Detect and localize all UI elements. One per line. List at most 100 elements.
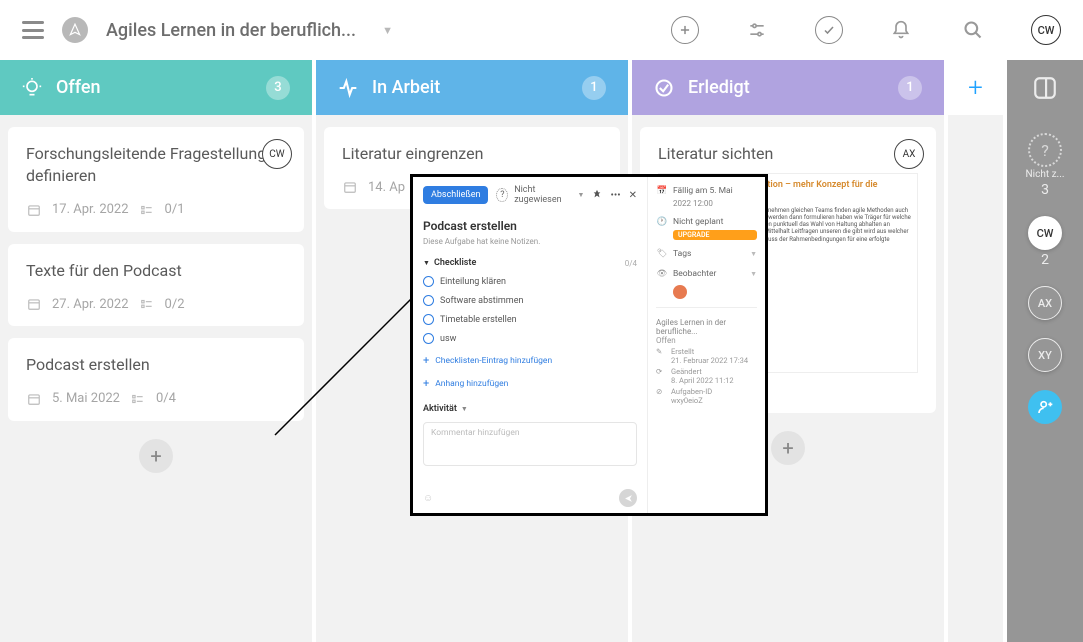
card-checklist: 0/4	[156, 391, 176, 406]
checklist-item[interactable]: usw	[423, 333, 637, 344]
top-actions: CW	[671, 15, 1061, 45]
add-checklist-item[interactable]: +Checklisten-Eintrag hinzufügen	[423, 354, 637, 367]
person-avatar[interactable]: AX	[1028, 286, 1062, 320]
filter-icon[interactable]	[743, 16, 771, 44]
column-count: 3	[266, 76, 290, 100]
observer-avatar	[673, 285, 687, 299]
title-dropdown-icon[interactable]: ▼	[382, 24, 393, 37]
checkbox-icon[interactable]	[423, 276, 434, 287]
observer-label: Beobachter	[673, 269, 716, 279]
checklist-icon	[130, 391, 146, 407]
card-checklist: 0/1	[165, 202, 185, 217]
checklist-header[interactable]: ▼ Checkliste 0/4	[423, 258, 637, 268]
checklist-item[interactable]: Timetable erstellen	[423, 314, 637, 325]
checkbox-icon[interactable]	[423, 314, 434, 325]
unassigned-label: Nicht z...	[1026, 169, 1065, 180]
card-meta: 5. Mai 2022 0/4	[26, 391, 286, 407]
card-checklist: 0/2	[165, 297, 185, 312]
plan-field[interactable]: 🕐 Nicht geplant UPGRADE	[656, 216, 757, 240]
person-avatar: CW	[1028, 216, 1062, 250]
column-header-open[interactable]: Offen 3	[0, 60, 312, 115]
checklist-icon	[139, 296, 155, 312]
checkbox-icon[interactable]	[423, 295, 434, 306]
add-card-button[interactable]: +	[771, 431, 805, 465]
column-header-done[interactable]: Erledigt 1	[632, 60, 944, 115]
add-attachment[interactable]: +Anhang hinzufügen	[423, 377, 637, 390]
modal-subtitle: Diese Aufgabe hat keine Notizen.	[423, 237, 637, 246]
plus-icon: +	[423, 377, 429, 390]
modal-title: Podcast erstellen	[423, 219, 637, 233]
card-title: Podcast erstellen	[26, 354, 286, 376]
modified-value: 8. April 2022 11:12	[671, 376, 734, 385]
close-icon[interactable]: ✕	[629, 190, 637, 201]
card[interactable]: CW Forschungsleitende Fragestellung defi…	[8, 127, 304, 232]
calendar-icon	[26, 296, 42, 312]
check-icon[interactable]	[815, 16, 843, 44]
complete-button[interactable]: Abschließen	[423, 186, 488, 204]
tags-field[interactable]: 🏷 Tags ▼	[656, 248, 757, 260]
column-title: Erledigt	[688, 77, 750, 98]
calendar-icon	[342, 179, 358, 195]
chevron-down-icon: ▼	[750, 270, 757, 278]
due-field[interactable]: 📅Fällig am 5. Mai 2022 12:00	[656, 185, 757, 208]
topbar: Agiles Lernen in der beruflich... ▼ CW	[0, 0, 1083, 60]
activity-label: Aktivität	[423, 404, 457, 414]
comment-placeholder: Kommentar hinzufügen	[431, 428, 520, 438]
add-card-button[interactable]: +	[139, 439, 173, 473]
activity-header[interactable]: Aktivität ▼	[423, 404, 637, 414]
card[interactable]: Podcast erstellen 5. Mai 2022 0/4	[8, 338, 304, 420]
person-avatar[interactable]: XY	[1028, 338, 1062, 372]
checkbox-icon[interactable]	[423, 333, 434, 344]
unassigned-group[interactable]: ? Nicht z... 3	[1026, 133, 1065, 198]
card[interactable]: Texte für den Podcast 27. Apr. 2022 0/2	[8, 244, 304, 326]
brand-icon[interactable]	[62, 17, 88, 43]
observer-field[interactable]: 👁Beobachter▼	[656, 268, 757, 299]
activity-icon	[338, 78, 358, 98]
card-avatar: AX	[894, 139, 924, 169]
views-icon[interactable]	[1007, 60, 1083, 115]
add-person-button[interactable]	[1028, 390, 1062, 424]
column-count: 1	[898, 76, 922, 100]
question-icon: ?	[496, 188, 508, 202]
checklist-icon	[139, 202, 155, 218]
upgrade-badge[interactable]: UPGRADE	[673, 230, 757, 240]
right-sidebar: ? Nicht z... 3 CW 2 AX XY	[1007, 60, 1083, 642]
user-avatar[interactable]: CW	[1031, 15, 1061, 45]
plan-label: Nicht geplant	[673, 217, 723, 227]
checklist-item[interactable]: Software abstimmen	[423, 295, 637, 306]
pin-icon[interactable]	[592, 189, 602, 202]
column-header-work[interactable]: In Arbeit 1	[316, 60, 628, 115]
search-icon[interactable]	[959, 16, 987, 44]
comment-input[interactable]: Kommentar hinzufügen	[423, 422, 637, 466]
send-button[interactable]	[619, 489, 637, 507]
add-column-slot: +	[948, 60, 1003, 642]
checklist-item[interactable]: Einteilung klären	[423, 276, 637, 287]
card-date: 27. Apr. 2022	[52, 297, 129, 312]
tag-icon: 🏷	[656, 248, 668, 260]
clock-icon: 🕐	[656, 216, 668, 228]
page-title: Agiles Lernen in der beruflich...	[106, 20, 356, 41]
chevron-down-icon: ▼	[461, 405, 468, 413]
menu-icon[interactable]	[22, 21, 44, 39]
bell-icon[interactable]	[887, 16, 915, 44]
add-column-button[interactable]: +	[968, 73, 983, 103]
checklist-item-label: Software abstimmen	[440, 296, 523, 306]
chevron-down-icon: ▼	[750, 250, 757, 258]
person-group[interactable]: CW 2	[1028, 216, 1062, 268]
tags-label: Tags	[673, 249, 691, 259]
add-icon[interactable]	[671, 16, 699, 44]
modal-sidebar: 📅Fällig am 5. Mai 2022 12:00 🕐 Nicht gepl…	[647, 177, 765, 513]
chevron-down-icon: ▼	[423, 259, 430, 267]
due-value: 2022 12:00	[656, 199, 757, 208]
created-label: Erstellt	[671, 347, 748, 356]
checklist-item-label: usw	[440, 334, 456, 344]
modified-label: Geändert	[671, 367, 734, 376]
assign-button[interactable]: ? Nicht zugewiesen ▼	[496, 185, 584, 205]
emoji-icon[interactable]: ☺	[423, 493, 433, 504]
project-column: Offen	[656, 336, 757, 345]
check-circle-icon	[654, 78, 674, 98]
chevron-down-icon: ▼	[578, 191, 585, 199]
plus-icon: +	[423, 354, 429, 367]
more-icon[interactable]: •••	[610, 190, 620, 201]
checklist-item-label: Timetable erstellen	[440, 315, 517, 325]
